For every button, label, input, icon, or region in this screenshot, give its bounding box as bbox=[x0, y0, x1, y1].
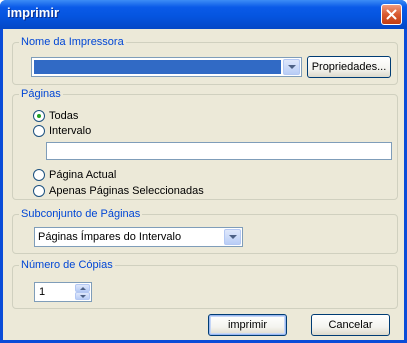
radio-range-label: Intervalo bbox=[49, 125, 92, 137]
radio-range[interactable]: Intervalo bbox=[33, 124, 91, 138]
page-range-input[interactable] bbox=[46, 142, 392, 160]
dialog-title: imprimir bbox=[7, 5, 60, 20]
cancel-button[interactable]: Cancelar bbox=[311, 314, 390, 336]
subset-selected-value: Páginas Ímpares do Intervalo bbox=[38, 231, 182, 243]
subset-dropdown-button[interactable] bbox=[224, 229, 241, 245]
radio-selected-pages-label: Apenas Páginas Seleccionadas bbox=[49, 185, 204, 197]
printer-selection-highlight bbox=[34, 60, 281, 74]
radio-current-page[interactable]: Página Actual bbox=[33, 168, 116, 182]
radio-button[interactable] bbox=[33, 185, 45, 197]
radio-current-page-label: Página Actual bbox=[49, 169, 117, 181]
copies-group-label: Número de Cópias bbox=[19, 259, 115, 272]
close-button[interactable] bbox=[381, 4, 402, 25]
subset-group: Subconjunto de Páginas Páginas Ímpares d… bbox=[12, 208, 398, 254]
radio-button[interactable] bbox=[33, 125, 45, 137]
increment-button[interactable] bbox=[75, 284, 90, 292]
pages-group-label: Páginas bbox=[19, 88, 63, 101]
radio-all-pages[interactable]: Todas bbox=[33, 109, 78, 123]
subset-select[interactable]: Páginas Ímpares do Intervalo bbox=[34, 227, 243, 247]
decrement-button[interactable] bbox=[75, 292, 90, 300]
chevron-up-icon bbox=[79, 286, 86, 290]
copies-stepper-arrows bbox=[75, 284, 90, 300]
printer-select[interactable] bbox=[31, 57, 302, 77]
radio-button-checked[interactable] bbox=[33, 110, 45, 122]
copies-group: Número de Cópias 1 bbox=[12, 259, 398, 309]
chevron-down-icon bbox=[228, 235, 237, 239]
print-button[interactable]: imprimir bbox=[208, 314, 287, 336]
radio-selected-pages[interactable]: Apenas Páginas Seleccionadas bbox=[33, 184, 204, 198]
dialog-body: Nome da Impressora Propriedades... Págin… bbox=[3, 29, 404, 340]
title-bar[interactable]: imprimir bbox=[0, 0, 407, 29]
printer-group-label: Nome da Impressora bbox=[19, 36, 126, 49]
pages-group: Páginas Todas Intervalo Página Actual Ap… bbox=[12, 88, 398, 200]
close-icon bbox=[386, 9, 397, 20]
printer-dropdown-button[interactable] bbox=[283, 59, 300, 75]
properties-button[interactable]: Propriedades... bbox=[307, 56, 391, 78]
chevron-down-icon bbox=[287, 65, 296, 69]
radio-all-pages-label: Todas bbox=[49, 110, 79, 122]
copies-stepper[interactable]: 1 bbox=[34, 282, 92, 302]
radio-button[interactable] bbox=[33, 169, 45, 181]
printer-group: Nome da Impressora Propriedades... bbox=[12, 36, 398, 85]
chevron-down-icon bbox=[79, 294, 86, 298]
print-dialog: imprimir Nome da Impressora Propriedades… bbox=[0, 0, 407, 343]
copies-value: 1 bbox=[39, 286, 46, 298]
subset-group-label: Subconjunto de Páginas bbox=[19, 208, 143, 221]
